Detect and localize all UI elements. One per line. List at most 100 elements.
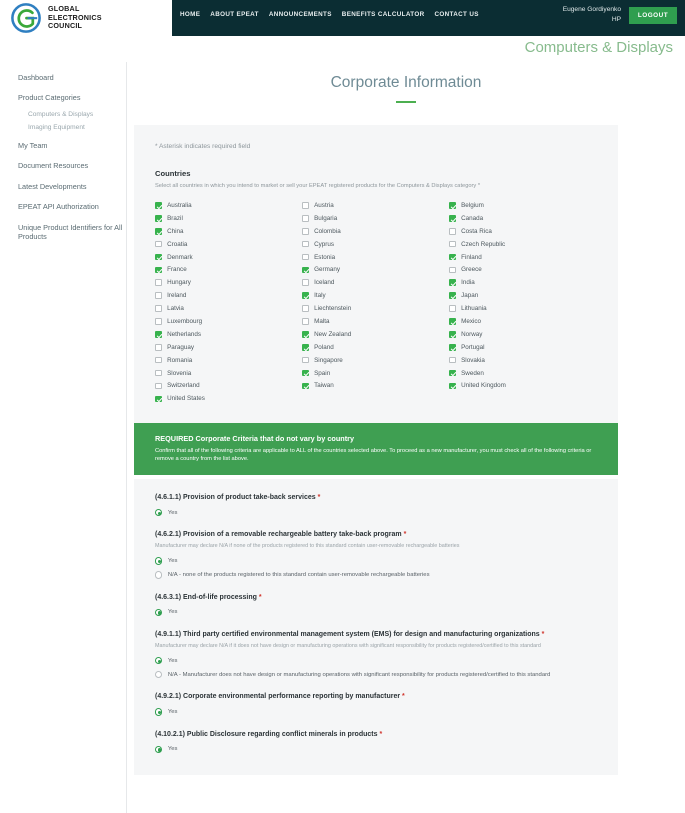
country-checkbox-item[interactable]: Liechtenstein	[302, 302, 449, 315]
country-checkbox-item[interactable]: Lithuania	[449, 302, 596, 315]
checkbox-checked-icon[interactable]	[302, 266, 309, 274]
country-checkbox-item[interactable]: Slovakia	[449, 354, 596, 367]
checkbox-checked-icon[interactable]	[302, 343, 309, 351]
country-checkbox-item[interactable]: New Zealand	[302, 328, 449, 341]
radio-selected-icon[interactable]	[155, 509, 163, 517]
radio-option[interactable]: Yes	[155, 608, 597, 617]
country-checkbox-item[interactable]: Australia	[155, 199, 302, 212]
country-checkbox-item[interactable]: Greece	[449, 263, 596, 276]
country-checkbox-item[interactable]: Croatia	[155, 238, 302, 251]
country-checkbox-item[interactable]: Latvia	[155, 302, 302, 315]
radio-option[interactable]: Yes	[155, 708, 597, 716]
country-checkbox-item[interactable]: Colombia	[302, 225, 449, 238]
sidebar-item-computers-displays[interactable]: Computers & Displays	[0, 108, 126, 122]
checkbox-unchecked-icon[interactable]	[302, 356, 309, 364]
country-checkbox-item[interactable]: Austria	[302, 199, 449, 212]
sidebar-item-unique-product-identifiers[interactable]: Unique Product Identifiers for All Produ…	[0, 217, 126, 247]
checkbox-checked-icon[interactable]	[155, 395, 162, 403]
checkbox-unchecked-icon[interactable]	[155, 382, 162, 390]
sidebar-item-epeat-api-authorization[interactable]: EPEAT API Authorization	[0, 197, 126, 218]
checkbox-unchecked-icon[interactable]	[449, 356, 456, 364]
checkbox-checked-icon[interactable]	[449, 382, 456, 390]
country-checkbox-item[interactable]: Czech Republic	[449, 238, 596, 251]
radio-unselected-icon[interactable]	[155, 571, 163, 579]
radio-option[interactable]: Yes	[155, 745, 597, 754]
checkbox-unchecked-icon[interactable]	[449, 227, 456, 235]
country-checkbox-item[interactable]: Japan	[449, 289, 596, 302]
checkbox-checked-icon[interactable]	[155, 266, 162, 274]
country-checkbox-item[interactable]: Luxembourg	[155, 315, 302, 328]
checkbox-checked-icon[interactable]	[302, 369, 309, 377]
checkbox-unchecked-icon[interactable]	[155, 356, 162, 364]
country-checkbox-item[interactable]: Ireland	[155, 289, 302, 302]
radio-selected-icon[interactable]	[155, 608, 163, 617]
checkbox-checked-icon[interactable]	[302, 382, 309, 390]
nav-item-announcements[interactable]: ANNOUNCEMENTS	[269, 11, 332, 18]
country-checkbox-item[interactable]: Malta	[302, 315, 449, 328]
country-checkbox-item[interactable]: Denmark	[155, 251, 302, 264]
radio-option[interactable]: Yes	[155, 557, 597, 565]
radio-option[interactable]: Yes	[155, 509, 597, 517]
brand-logo[interactable]: GLOBAL ELECTRONICS COUNCIL	[0, 0, 172, 36]
country-checkbox-item[interactable]: Taiwan	[302, 379, 449, 392]
country-checkbox-item[interactable]: Costa Rica	[449, 225, 596, 238]
checkbox-unchecked-icon[interactable]	[155, 279, 162, 287]
country-checkbox-item[interactable]: Cyprus	[302, 238, 449, 251]
checkbox-checked-icon[interactable]	[449, 253, 456, 261]
country-checkbox-item[interactable]: Belgium	[449, 199, 596, 212]
country-checkbox-item[interactable]: Bulgaria	[302, 212, 449, 225]
country-checkbox-item[interactable]: Brazil	[155, 212, 302, 225]
sidebar-item-imaging-equipment[interactable]: Imaging Equipment	[0, 122, 126, 136]
checkbox-unchecked-icon[interactable]	[302, 253, 309, 261]
radio-unselected-icon[interactable]	[155, 670, 163, 679]
checkbox-unchecked-icon[interactable]	[302, 202, 309, 209]
checkbox-unchecked-icon[interactable]	[302, 305, 309, 312]
checkbox-checked-icon[interactable]	[449, 202, 456, 209]
country-checkbox-item[interactable]: Finland	[449, 251, 596, 264]
country-checkbox-item[interactable]: Italy	[302, 289, 449, 302]
country-checkbox-item[interactable]: Estonia	[302, 251, 449, 264]
radio-selected-icon[interactable]	[155, 745, 163, 754]
sidebar-item-my-team[interactable]: My Team	[0, 135, 126, 156]
country-checkbox-item[interactable]: Paraguay	[155, 341, 302, 354]
country-checkbox-item[interactable]: Spain	[302, 367, 449, 380]
checkbox-checked-icon[interactable]	[449, 369, 456, 377]
checkbox-unchecked-icon[interactable]	[155, 292, 162, 299]
nav-item-home[interactable]: HOME	[180, 11, 200, 18]
checkbox-checked-icon[interactable]	[449, 215, 456, 222]
country-checkbox-item[interactable]: United Kingdom	[449, 379, 596, 392]
checkbox-checked-icon[interactable]	[449, 279, 456, 287]
radio-selected-icon[interactable]	[155, 557, 163, 565]
checkbox-unchecked-icon[interactable]	[155, 305, 162, 312]
checkbox-checked-icon[interactable]	[155, 227, 162, 235]
checkbox-checked-icon[interactable]	[155, 331, 162, 338]
checkbox-checked-icon[interactable]	[449, 292, 456, 299]
checkbox-checked-icon[interactable]	[449, 331, 456, 338]
nav-item-contact-us[interactable]: CONTACT US	[434, 11, 478, 18]
country-checkbox-item[interactable]: China	[155, 225, 302, 238]
logout-button[interactable]: LOGOUT	[629, 7, 677, 24]
country-checkbox-item[interactable]: France	[155, 263, 302, 276]
radio-option[interactable]: Yes	[155, 657, 597, 665]
country-checkbox-item[interactable]: Switzerland	[155, 379, 302, 392]
country-checkbox-item[interactable]: Romania	[155, 354, 302, 367]
checkbox-unchecked-icon[interactable]	[302, 318, 309, 325]
country-checkbox-item[interactable]: Singapore	[302, 354, 449, 367]
checkbox-unchecked-icon[interactable]	[155, 318, 162, 325]
country-checkbox-item[interactable]: Sweden	[449, 367, 596, 380]
nav-item-about-epeat[interactable]: ABOUT EPEAT	[210, 11, 259, 18]
country-checkbox-item[interactable]: Canada	[449, 212, 596, 225]
country-checkbox-item[interactable]: Poland	[302, 341, 449, 354]
checkbox-unchecked-icon[interactable]	[449, 266, 456, 274]
sidebar-item-document-resources[interactable]: Document Resources	[0, 156, 126, 177]
radio-option[interactable]: N/A - Manufacturer does not have design …	[155, 670, 597, 679]
checkbox-checked-icon[interactable]	[155, 215, 162, 222]
sidebar-item-latest-developments[interactable]: Latest Developments	[0, 176, 126, 197]
country-checkbox-item[interactable]: Mexico	[449, 315, 596, 328]
checkbox-unchecked-icon[interactable]	[449, 305, 456, 312]
checkbox-unchecked-icon[interactable]	[302, 227, 309, 235]
country-checkbox-item[interactable]: India	[449, 276, 596, 289]
country-checkbox-item[interactable]: Portugal	[449, 341, 596, 354]
nav-item-benefits-calculator[interactable]: BENEFITS CALCULATOR	[342, 11, 425, 18]
country-checkbox-item[interactable]: United States	[155, 392, 302, 405]
